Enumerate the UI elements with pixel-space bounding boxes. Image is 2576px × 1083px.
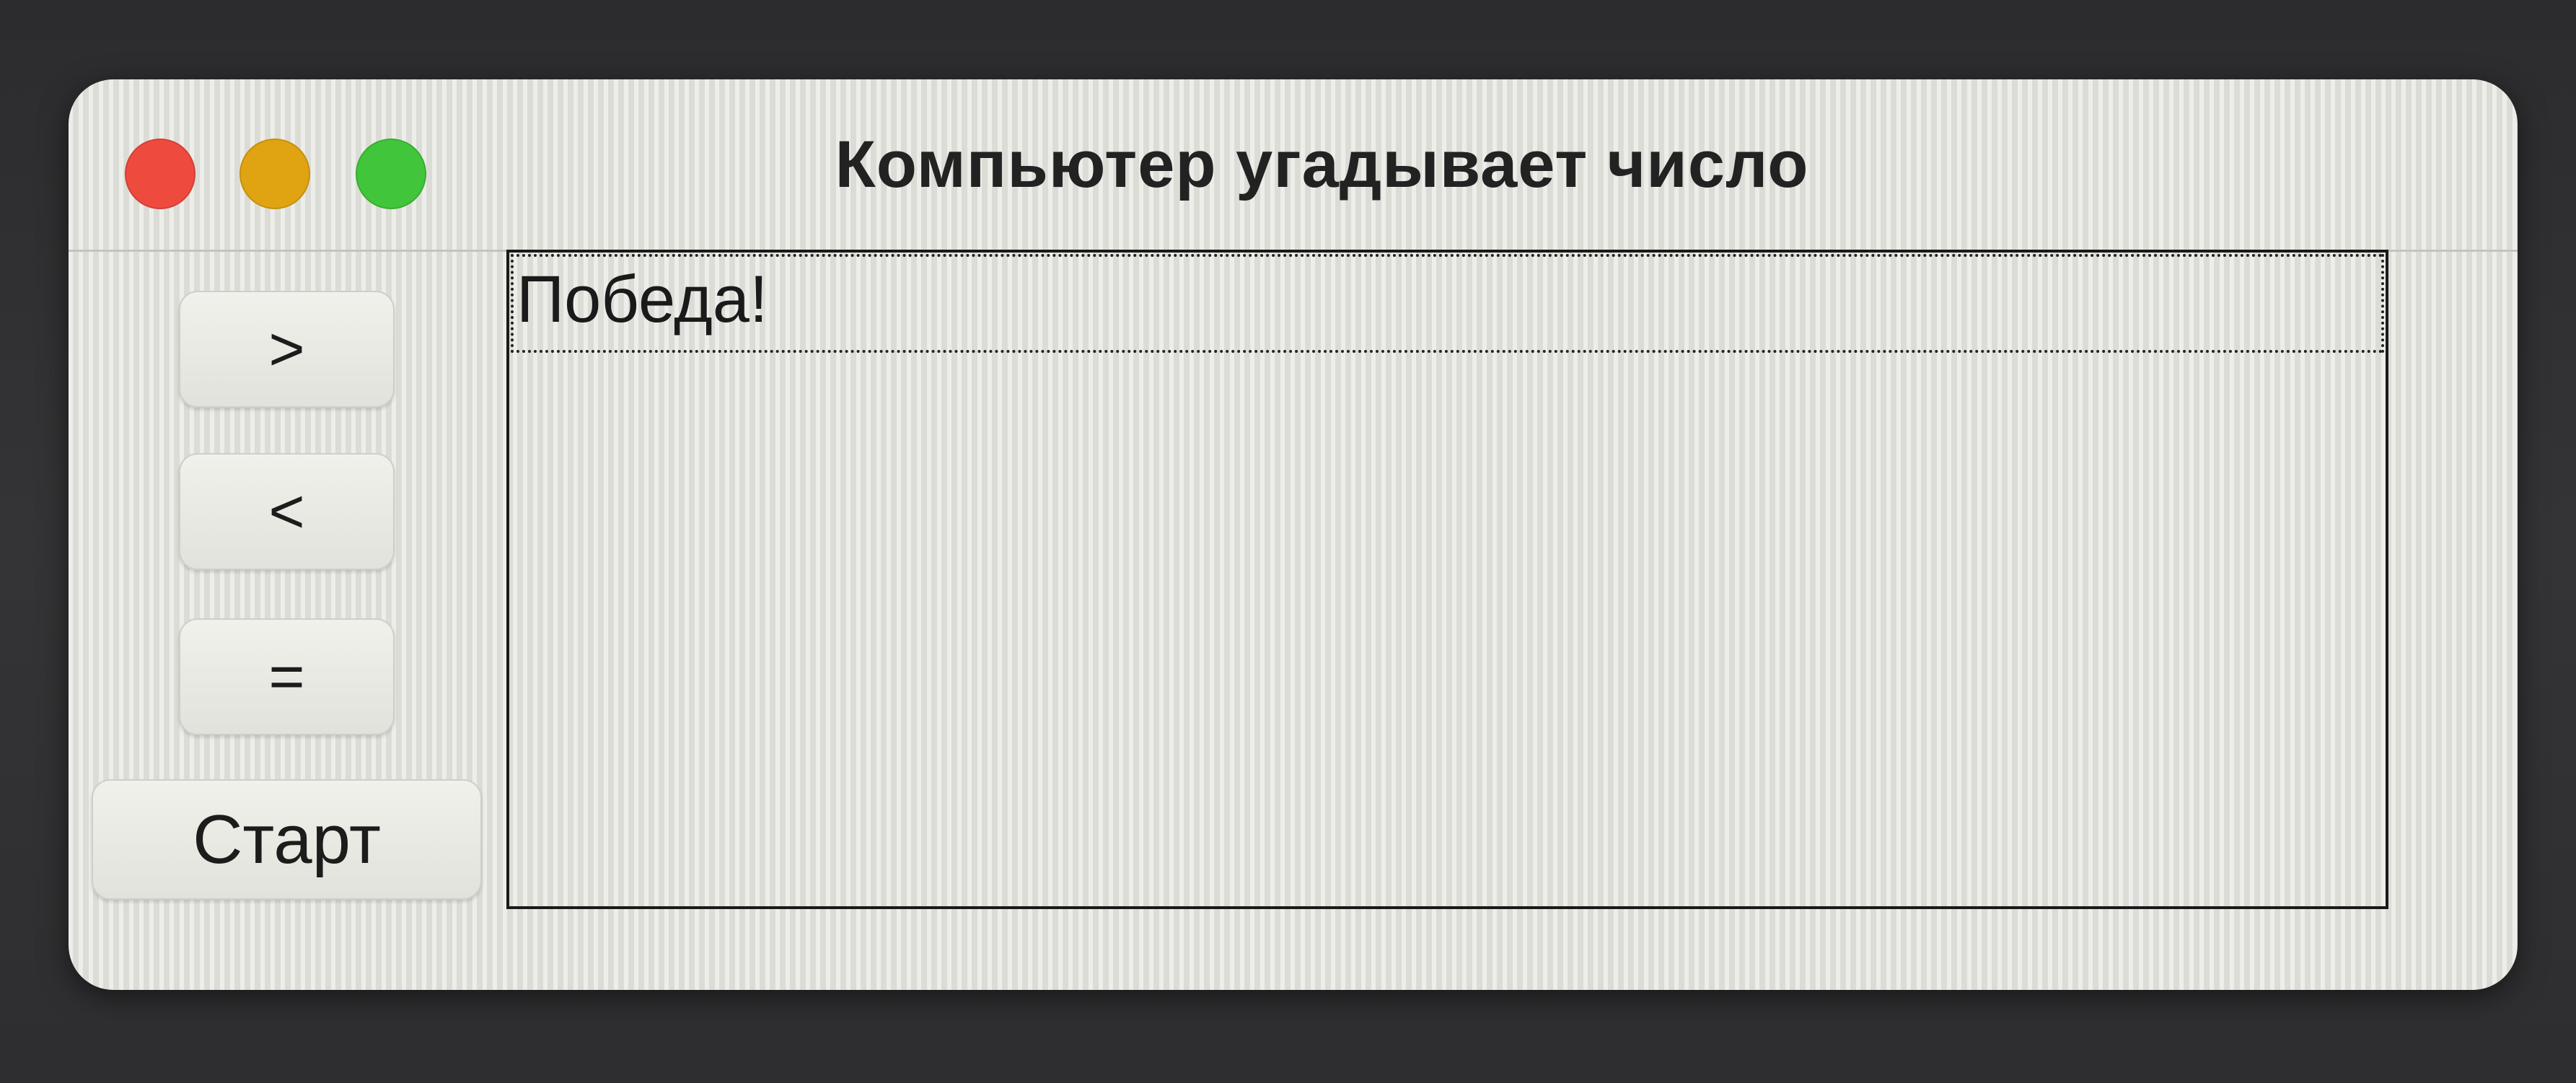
log-listbox[interactable]: Победа! [506,250,2388,909]
greater-button[interactable]: > [179,291,395,408]
title-bar[interactable]: Компьютер угадывает число [69,79,2518,252]
app-window: Компьютер угадывает число > < = Старт По… [69,79,2518,990]
start-button[interactable]: Старт [92,779,482,900]
less-button[interactable]: < [179,453,395,570]
list-item[interactable]: Победа! [511,254,2384,353]
window-title: Компьютер угадывает число [835,128,1809,201]
equal-button[interactable]: = [179,618,395,735]
